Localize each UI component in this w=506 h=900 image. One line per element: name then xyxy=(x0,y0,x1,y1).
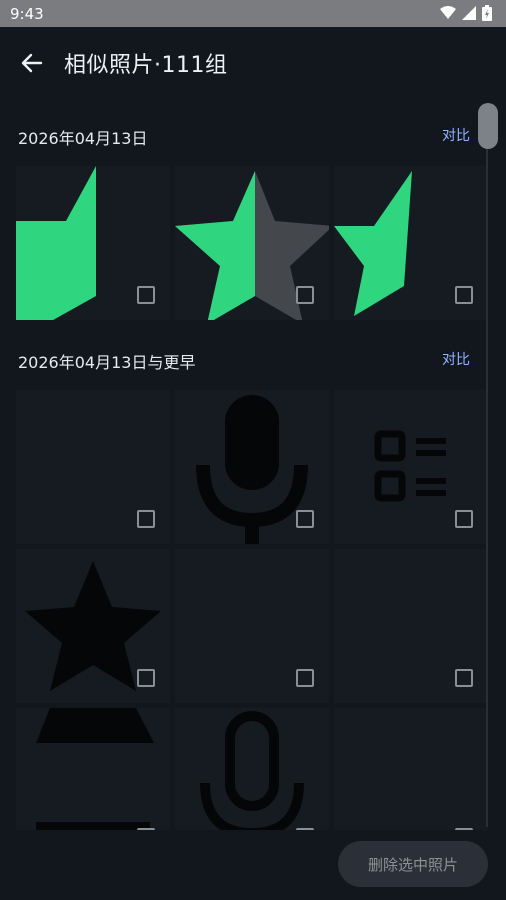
select-checkbox[interactable] xyxy=(296,828,314,830)
signal-icon xyxy=(462,6,476,20)
status-bar: 9:43 xyxy=(0,0,506,27)
status-time: 9:43 xyxy=(10,5,44,23)
select-checkbox[interactable] xyxy=(137,669,155,687)
status-icons xyxy=(440,5,492,21)
select-checkbox[interactable] xyxy=(296,510,314,528)
select-checkbox[interactable] xyxy=(296,669,314,687)
compare-button[interactable]: 对比 xyxy=(442,349,470,369)
photo-thumbnail[interactable] xyxy=(334,166,488,320)
photo-group-list[interactable]: 2026年04月13日 对比 2026年04月13日与更早 对比 xyxy=(0,97,506,830)
back-button[interactable] xyxy=(14,45,50,81)
arrow-back-icon xyxy=(21,53,43,73)
photo-thumbnail[interactable] xyxy=(16,166,170,320)
photo-thumbnail[interactable] xyxy=(175,166,329,320)
group-date-title: 2026年04月13日 xyxy=(18,129,148,148)
photo-thumbnail[interactable] xyxy=(16,708,170,830)
select-checkbox[interactable] xyxy=(137,286,155,304)
delete-selected-button[interactable]: 删除选中照片 xyxy=(338,841,488,887)
photo-thumbnail[interactable] xyxy=(16,549,170,703)
select-checkbox[interactable] xyxy=(455,828,473,830)
group-date-title: 2026年04月13日与更早 xyxy=(18,353,196,372)
select-checkbox[interactable] xyxy=(296,286,314,304)
select-checkbox[interactable] xyxy=(137,510,155,528)
photo-thumbnail[interactable] xyxy=(175,549,329,703)
wifi-icon xyxy=(440,6,456,19)
app-bar: 相似照片·111组 xyxy=(0,27,506,97)
select-checkbox[interactable] xyxy=(137,828,155,830)
select-checkbox[interactable] xyxy=(455,669,473,687)
photo-thumbnail[interactable] xyxy=(175,390,329,544)
scrollbar-thumb[interactable] xyxy=(478,103,498,149)
photo-thumbnail[interactable] xyxy=(175,708,329,830)
microphone-outline-icon xyxy=(200,711,304,830)
select-checkbox[interactable] xyxy=(455,286,473,304)
page-title: 相似照片·111组 xyxy=(64,53,228,78)
photo-thumbnail[interactable] xyxy=(334,708,488,830)
scrollbar-track xyxy=(486,105,488,827)
select-checkbox[interactable] xyxy=(455,510,473,528)
eject-icon xyxy=(36,708,154,830)
photo-thumbnail[interactable] xyxy=(334,549,488,703)
photo-thumbnail[interactable] xyxy=(16,390,170,544)
battery-icon xyxy=(482,5,492,21)
photo-thumbnail[interactable] xyxy=(334,390,488,544)
compare-button[interactable]: 对比 xyxy=(442,125,470,145)
